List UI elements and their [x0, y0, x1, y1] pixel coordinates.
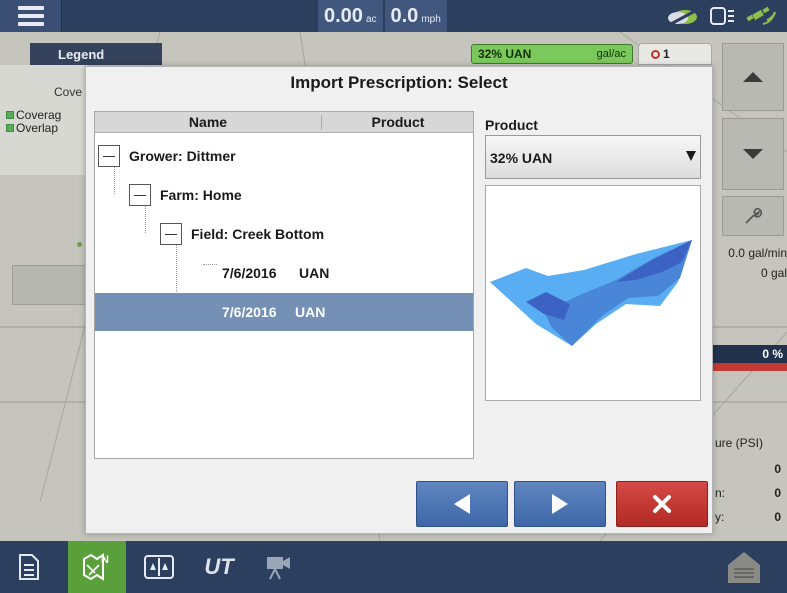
speed-readout: 0.0 mph	[384, 0, 447, 32]
close-icon	[653, 495, 671, 513]
previous-button[interactable]	[416, 481, 508, 527]
area-readout: 0.00 ac	[318, 0, 383, 32]
arrow-down-icon	[743, 149, 763, 159]
dialog-title: Import Prescription: Select	[290, 73, 508, 92]
area-unit: ac	[365, 14, 377, 25]
gps-satellite-icon[interactable]	[745, 4, 777, 28]
speed-value: 0.0	[390, 5, 419, 27]
flow-rate-readout: 0.0 gal/min	[728, 246, 787, 260]
tree-node-farm[interactable]: Farm: Home	[95, 176, 473, 214]
hamburger-menu-button[interactable]	[0, 0, 62, 32]
split-map-icon	[144, 555, 174, 579]
arrow-up-icon	[743, 72, 763, 82]
menu-icon-line	[17, 14, 44, 18]
pressure-row-value: 0	[774, 462, 781, 476]
camera-icon	[267, 557, 290, 580]
tree-node-label: Field: Creek Bottom	[191, 226, 325, 242]
wrench-icon	[745, 207, 763, 224]
tree-node-prescription-selected[interactable]: 7/6/2016 UAN	[95, 293, 473, 331]
speed-unit: mph	[421, 14, 441, 25]
tree-node-prescription[interactable]: 7/6/2016 UAN	[95, 254, 473, 292]
next-button[interactable]	[514, 481, 606, 527]
settings-wrench-button[interactable]	[722, 196, 784, 236]
device-status-icon[interactable]	[709, 5, 735, 27]
prescription-date: 7/6/2016	[222, 304, 277, 320]
pressure-row-label: n:	[715, 486, 726, 500]
tree-node-grower[interactable]: Grower: Dittmer	[95, 137, 473, 175]
tab-prescription[interactable]: N	[68, 541, 126, 593]
top-status-bar: 0.00 ac 0.0 mph	[0, 0, 787, 32]
prescription-shape-preview	[490, 240, 692, 346]
bottom-navigation-bar: N UT	[0, 541, 787, 593]
svg-text:N: N	[101, 554, 109, 566]
legend-swatch	[6, 124, 14, 132]
tree-header: Name Product	[95, 112, 473, 133]
pressure-row: n: 0	[715, 486, 787, 500]
area-value: 0.00	[324, 5, 363, 27]
pressure-row-value: 0	[774, 486, 781, 500]
alert-tab[interactable]: 1	[638, 43, 712, 65]
top-status-icons	[665, 4, 777, 28]
prescription-product: UAN	[295, 304, 326, 320]
column-header-name[interactable]: Name	[95, 114, 321, 130]
percent-readout: 0 %	[700, 345, 787, 363]
product-rate-chip[interactable]: 32% UAN gal/ac	[471, 44, 633, 64]
pressure-row: y: 0	[715, 510, 787, 524]
legend-tab[interactable]: Legend	[30, 43, 162, 65]
legend-entry-coverage: Coverag	[6, 108, 61, 122]
tab-reports[interactable]	[0, 541, 58, 593]
product-chip-unit: gal/ac	[596, 48, 626, 60]
prescription-product: UAN	[299, 265, 330, 281]
tree-node-field[interactable]: Field: Creek Bottom	[95, 215, 473, 253]
legend-swatch	[6, 111, 14, 119]
menu-icon-line	[17, 6, 44, 10]
collapse-toggle-icon[interactable]	[98, 145, 120, 167]
cancel-button[interactable]	[616, 481, 708, 527]
collapse-toggle-icon[interactable]	[129, 184, 151, 206]
import-prescription-dialog: Import Prescription: Select Name Product…	[85, 66, 713, 534]
arrow-right-icon	[552, 494, 568, 514]
collapse-toggle-icon[interactable]	[160, 223, 182, 245]
tree-node-label: Grower: Dittmer	[129, 148, 236, 164]
area-speed-readout: 0.00 ac 0.0 mph	[318, 0, 447, 32]
home-barn-icon[interactable]	[724, 549, 764, 590]
prescription-date: 7/6/2016	[222, 265, 277, 281]
pressure-label: ure (PSI)	[715, 436, 764, 450]
legend-entry-label: Coverag	[16, 108, 62, 122]
prescription-map-icon: N	[83, 553, 109, 581]
product-label: Product	[485, 117, 538, 133]
percent-bar	[700, 363, 787, 371]
alert-count: 1	[663, 47, 670, 61]
product-dropdown-value: 32% UAN	[490, 150, 553, 166]
pressure-row-label: y:	[715, 510, 725, 524]
prescription-map-preview	[485, 185, 701, 401]
pressure-row-value: 0	[774, 510, 781, 524]
status-dot	[77, 242, 82, 247]
legend-coverage-heading: Cove	[54, 85, 83, 99]
tree-node-label: Farm: Home	[160, 187, 242, 203]
product-chip-name: 32% UAN	[478, 47, 532, 61]
menu-icon-line	[17, 22, 44, 26]
rate-decrease-button[interactable]	[722, 118, 784, 190]
column-header-product[interactable]: Product	[322, 114, 473, 130]
pressure-row: 0	[715, 462, 787, 476]
alert-indicator-icon	[651, 50, 660, 59]
prescription-tree[interactable]: Name Product Grower: Dittmer Farm: Home …	[94, 111, 474, 459]
arrow-left-icon	[454, 494, 470, 514]
dropdown-arrow-icon	[686, 151, 696, 161]
map-side-button[interactable]	[12, 265, 90, 305]
rate-increase-button[interactable]	[722, 43, 784, 111]
legend-entry-label: Overlap	[16, 121, 59, 135]
product-dropdown[interactable]: 32% UAN	[485, 135, 701, 179]
document-icon	[19, 554, 39, 580]
tab-universal-terminal[interactable]: UT	[190, 541, 248, 593]
tab-split-screen[interactable]	[130, 541, 188, 593]
volume-readout: 0 gal	[760, 266, 787, 280]
weather-cloud-icon[interactable]	[665, 5, 699, 27]
legend-entry-overlap: Overlap	[6, 121, 58, 135]
tab-camera[interactable]	[250, 541, 308, 593]
